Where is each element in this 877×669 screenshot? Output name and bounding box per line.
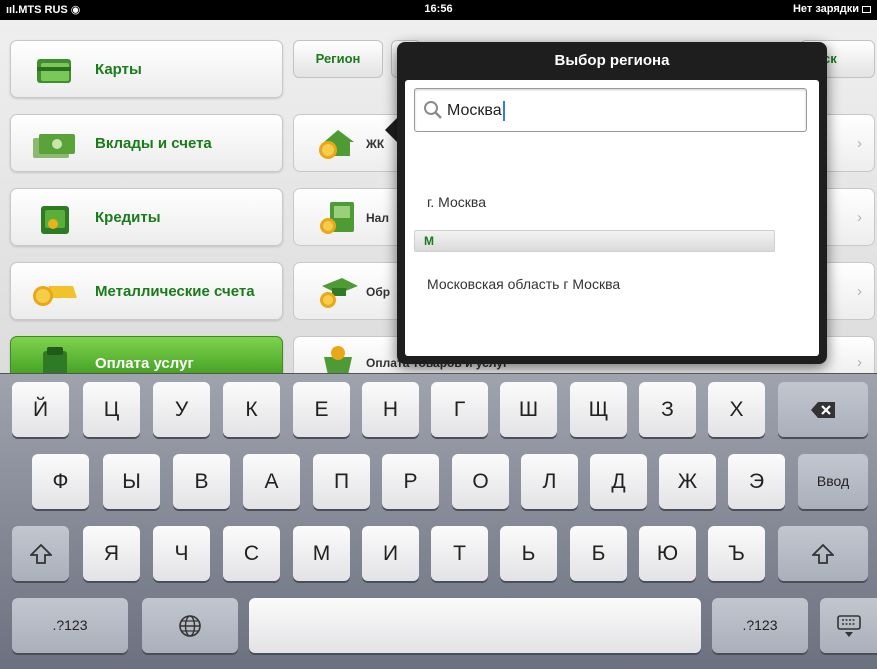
- key-letter[interactable]: У: [153, 382, 210, 437]
- key-letter[interactable]: В: [173, 454, 230, 509]
- key-letter[interactable]: П: [313, 454, 370, 509]
- search-icon: [424, 101, 442, 119]
- chevron-right-icon: ›: [857, 209, 862, 226]
- key-letter[interactable]: Л: [521, 454, 578, 509]
- key-letter[interactable]: Р: [382, 454, 439, 509]
- menu-item-credits[interactable]: Кредиты: [10, 188, 283, 246]
- key-letter[interactable]: Ь: [500, 526, 557, 581]
- content-row-label: Нал: [366, 211, 389, 225]
- enter-key[interactable]: Ввод: [798, 454, 868, 509]
- menu-item-deposits[interactable]: Вклады и счета: [10, 114, 283, 172]
- key-letter[interactable]: Ъ: [708, 526, 765, 581]
- backspace-icon: [811, 402, 835, 419]
- key-letter[interactable]: О: [452, 454, 509, 509]
- menu-item-label: Кредиты: [95, 209, 161, 226]
- popover-title: Выбор региона: [554, 52, 670, 69]
- key-letter[interactable]: Д: [590, 454, 647, 509]
- banknotes-icon: [33, 134, 75, 158]
- content-row-label: ЖК: [366, 137, 385, 151]
- key-letter[interactable]: А: [243, 454, 300, 509]
- region-result-item[interactable]: г. Москва: [427, 194, 486, 210]
- key-letter[interactable]: Г: [431, 382, 488, 437]
- language-key[interactable]: [142, 598, 238, 653]
- battery-icon: [862, 5, 871, 13]
- key-letter[interactable]: М: [293, 526, 350, 581]
- key-letter[interactable]: С: [223, 526, 280, 581]
- key-letter[interactable]: Х: [708, 382, 765, 437]
- text-caret: [502, 100, 505, 121]
- key-letter[interactable]: Ю: [639, 526, 696, 581]
- key-letter[interactable]: Ч: [153, 526, 210, 581]
- key-letter[interactable]: И: [362, 526, 419, 581]
- key-letter[interactable]: Ф: [32, 454, 89, 509]
- region-result-item[interactable]: Московская область г Москва: [427, 276, 620, 292]
- region-button[interactable]: Регион: [293, 40, 383, 78]
- menu-item-label: Металлические счета: [95, 283, 255, 300]
- key-letter[interactable]: Э: [728, 454, 785, 509]
- region-popover: Выбор региона Москва г. Москва М Московс…: [397, 42, 827, 364]
- chevron-right-icon: ›: [857, 283, 862, 300]
- menu-item-label: Вклады и счета: [95, 135, 212, 152]
- on-screen-keyboard: Й Ц У К Е Н Г Ш Щ З Х Ф Ы В А П Р О Л Д …: [0, 373, 877, 669]
- content-row-label: Обр: [366, 285, 391, 299]
- key-letter[interactable]: Ж: [659, 454, 716, 509]
- key-letter[interactable]: Н: [362, 382, 419, 437]
- card-wallet-icon: [37, 59, 71, 83]
- menu-item-metal-accounts[interactable]: Металлические счета: [10, 262, 283, 320]
- graduation-cap-icon: [320, 278, 358, 308]
- shift-key-right[interactable]: [778, 526, 868, 581]
- shift-icon: [28, 544, 53, 565]
- key-letter[interactable]: Ы: [103, 454, 160, 509]
- hide-keyboard-key[interactable]: [820, 598, 877, 653]
- key-letter[interactable]: Б: [570, 526, 627, 581]
- tax-coin-icon: [320, 202, 354, 234]
- key-letter[interactable]: Т: [431, 526, 488, 581]
- chevron-right-icon: ›: [857, 135, 862, 152]
- gold-bars-icon: [33, 286, 77, 306]
- key-letter[interactable]: Й: [12, 382, 69, 437]
- key-letter[interactable]: Щ: [570, 382, 627, 437]
- region-search-input[interactable]: Москва: [414, 88, 807, 132]
- key-letter[interactable]: Е: [293, 382, 350, 437]
- backspace-key[interactable]: [778, 382, 868, 437]
- clock: 16:56: [424, 3, 453, 15]
- space-key[interactable]: [249, 598, 701, 653]
- numbers-key-right[interactable]: .?123: [712, 598, 808, 653]
- menu-item-label: Карты: [95, 61, 142, 78]
- key-letter[interactable]: З: [639, 382, 696, 437]
- numbers-key-left[interactable]: .?123: [12, 598, 128, 653]
- globe-icon: [179, 615, 201, 638]
- key-letter[interactable]: К: [223, 382, 280, 437]
- key-letter[interactable]: Я: [83, 526, 140, 581]
- search-value: Москва: [447, 89, 505, 133]
- status-bar: ııl.MTS RUS ◉ 16:56 Нет зарядки: [0, 0, 877, 20]
- key-letter[interactable]: Ш: [500, 382, 557, 437]
- shift-key-left[interactable]: [12, 526, 69, 581]
- shift-icon: [810, 544, 836, 565]
- house-coin-icon: [319, 130, 354, 159]
- battery-status: Нет зарядки: [793, 3, 871, 15]
- menu-item-cards[interactable]: Карты: [10, 40, 283, 98]
- popover-body: Москва г. Москва М Московская область г …: [405, 80, 819, 356]
- section-header: М: [414, 230, 775, 252]
- wallet-icon: [41, 206, 69, 234]
- key-letter[interactable]: Ц: [83, 382, 140, 437]
- keyboard-hide-icon: [836, 615, 861, 638]
